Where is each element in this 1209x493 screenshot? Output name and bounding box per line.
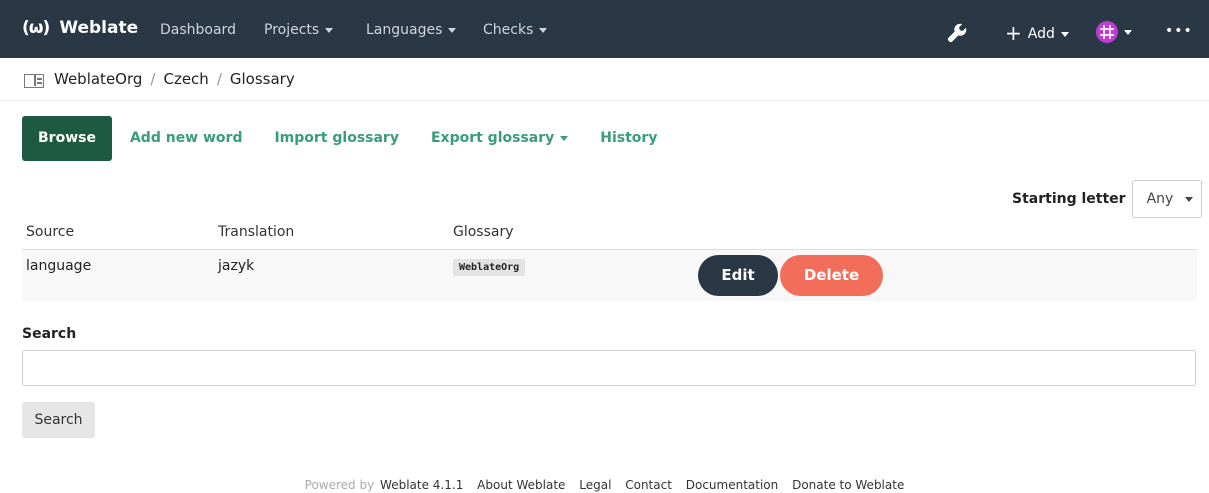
footer-donate-link[interactable]: Donate to Weblate bbox=[792, 478, 904, 492]
footer-documentation-link[interactable]: Documentation bbox=[686, 478, 779, 492]
glossary-tabs: Browse Add new word Import glossary Expo… bbox=[22, 116, 673, 161]
brand-name: Weblate bbox=[59, 18, 139, 38]
avatar bbox=[1096, 21, 1118, 43]
table-row: language jazyk WeblateOrg Edit Delete bbox=[22, 250, 1197, 301]
nav-checks-dropdown[interactable]: Checks bbox=[483, 22, 548, 38]
chevron-down-icon bbox=[1060, 31, 1069, 37]
footer-about-link[interactable]: About Weblate bbox=[477, 478, 565, 492]
cell-source: language bbox=[26, 258, 92, 274]
search-input[interactable] bbox=[22, 350, 1196, 386]
starting-letter-select[interactable]: Any bbox=[1131, 180, 1202, 218]
nav-languages-dropdown[interactable]: Languages bbox=[366, 22, 457, 38]
starting-letter-filter: Starting letter Any bbox=[1012, 180, 1202, 218]
tab-browse[interactable]: Browse bbox=[22, 116, 112, 161]
search-label: Search bbox=[22, 326, 77, 342]
footer-powered-by: Powered by bbox=[304, 478, 375, 492]
glossary-table: Source Translation Glossary language jaz… bbox=[22, 220, 1197, 301]
table-header: Source Translation Glossary bbox=[22, 220, 1197, 250]
breadcrumb-glossary[interactable]: Glossary bbox=[230, 70, 295, 88]
chevron-down-icon bbox=[1184, 197, 1193, 202]
starting-letter-label: Starting letter bbox=[1012, 191, 1126, 207]
edit-button[interactable]: Edit bbox=[698, 255, 778, 296]
weblate-logo-icon: (ω) bbox=[22, 18, 50, 38]
search-button[interactable]: Search bbox=[22, 402, 95, 438]
chevron-down-icon bbox=[560, 135, 569, 141]
header-glossary: Glossary bbox=[453, 224, 514, 240]
nav-dashboard[interactable]: Dashboard bbox=[160, 22, 236, 38]
top-navbar: (ω) Weblate Dashboard Projects Languages… bbox=[0, 0, 1209, 58]
footer-contact-link[interactable]: Contact bbox=[625, 478, 672, 492]
cell-translation: jazyk bbox=[218, 258, 255, 274]
more-menu-icon[interactable]: ••• bbox=[1165, 23, 1193, 39]
footer-version-link[interactable]: Weblate 4.1.1 bbox=[380, 478, 463, 492]
wrench-icon[interactable] bbox=[946, 22, 968, 44]
nav-projects-dropdown[interactable]: Projects bbox=[264, 22, 334, 38]
plus-icon: + bbox=[1005, 21, 1022, 45]
header-translation: Translation bbox=[218, 224, 295, 240]
tab-add-new-word[interactable]: Add new word bbox=[112, 116, 259, 161]
breadcrumb-language[interactable]: Czech bbox=[163, 70, 208, 88]
glossary-book-icon bbox=[24, 74, 44, 88]
footer-legal-link[interactable]: Legal bbox=[579, 478, 611, 492]
tab-history[interactable]: History bbox=[584, 116, 673, 161]
tab-export-glossary[interactable]: Export glossary bbox=[415, 116, 584, 161]
user-menu[interactable] bbox=[1096, 21, 1132, 43]
chevron-down-icon bbox=[539, 27, 548, 33]
glossary-badge: WeblateOrg bbox=[453, 259, 526, 276]
add-dropdown[interactable]: + Add bbox=[1005, 21, 1069, 45]
delete-button[interactable]: Delete bbox=[780, 255, 883, 296]
brand-link[interactable]: (ω) Weblate bbox=[22, 18, 138, 38]
chevron-down-icon bbox=[448, 27, 457, 33]
breadcrumb: WeblateOrg / Czech / Glossary bbox=[54, 70, 295, 88]
chevron-down-icon bbox=[325, 27, 334, 33]
breadcrumb-project[interactable]: WeblateOrg bbox=[54, 70, 142, 88]
chevron-down-icon bbox=[1124, 29, 1132, 35]
header-source: Source bbox=[26, 224, 75, 240]
tab-import-glossary[interactable]: Import glossary bbox=[258, 116, 415, 161]
footer: Powered by Weblate 4.1.1 About Weblate L… bbox=[0, 478, 1209, 492]
